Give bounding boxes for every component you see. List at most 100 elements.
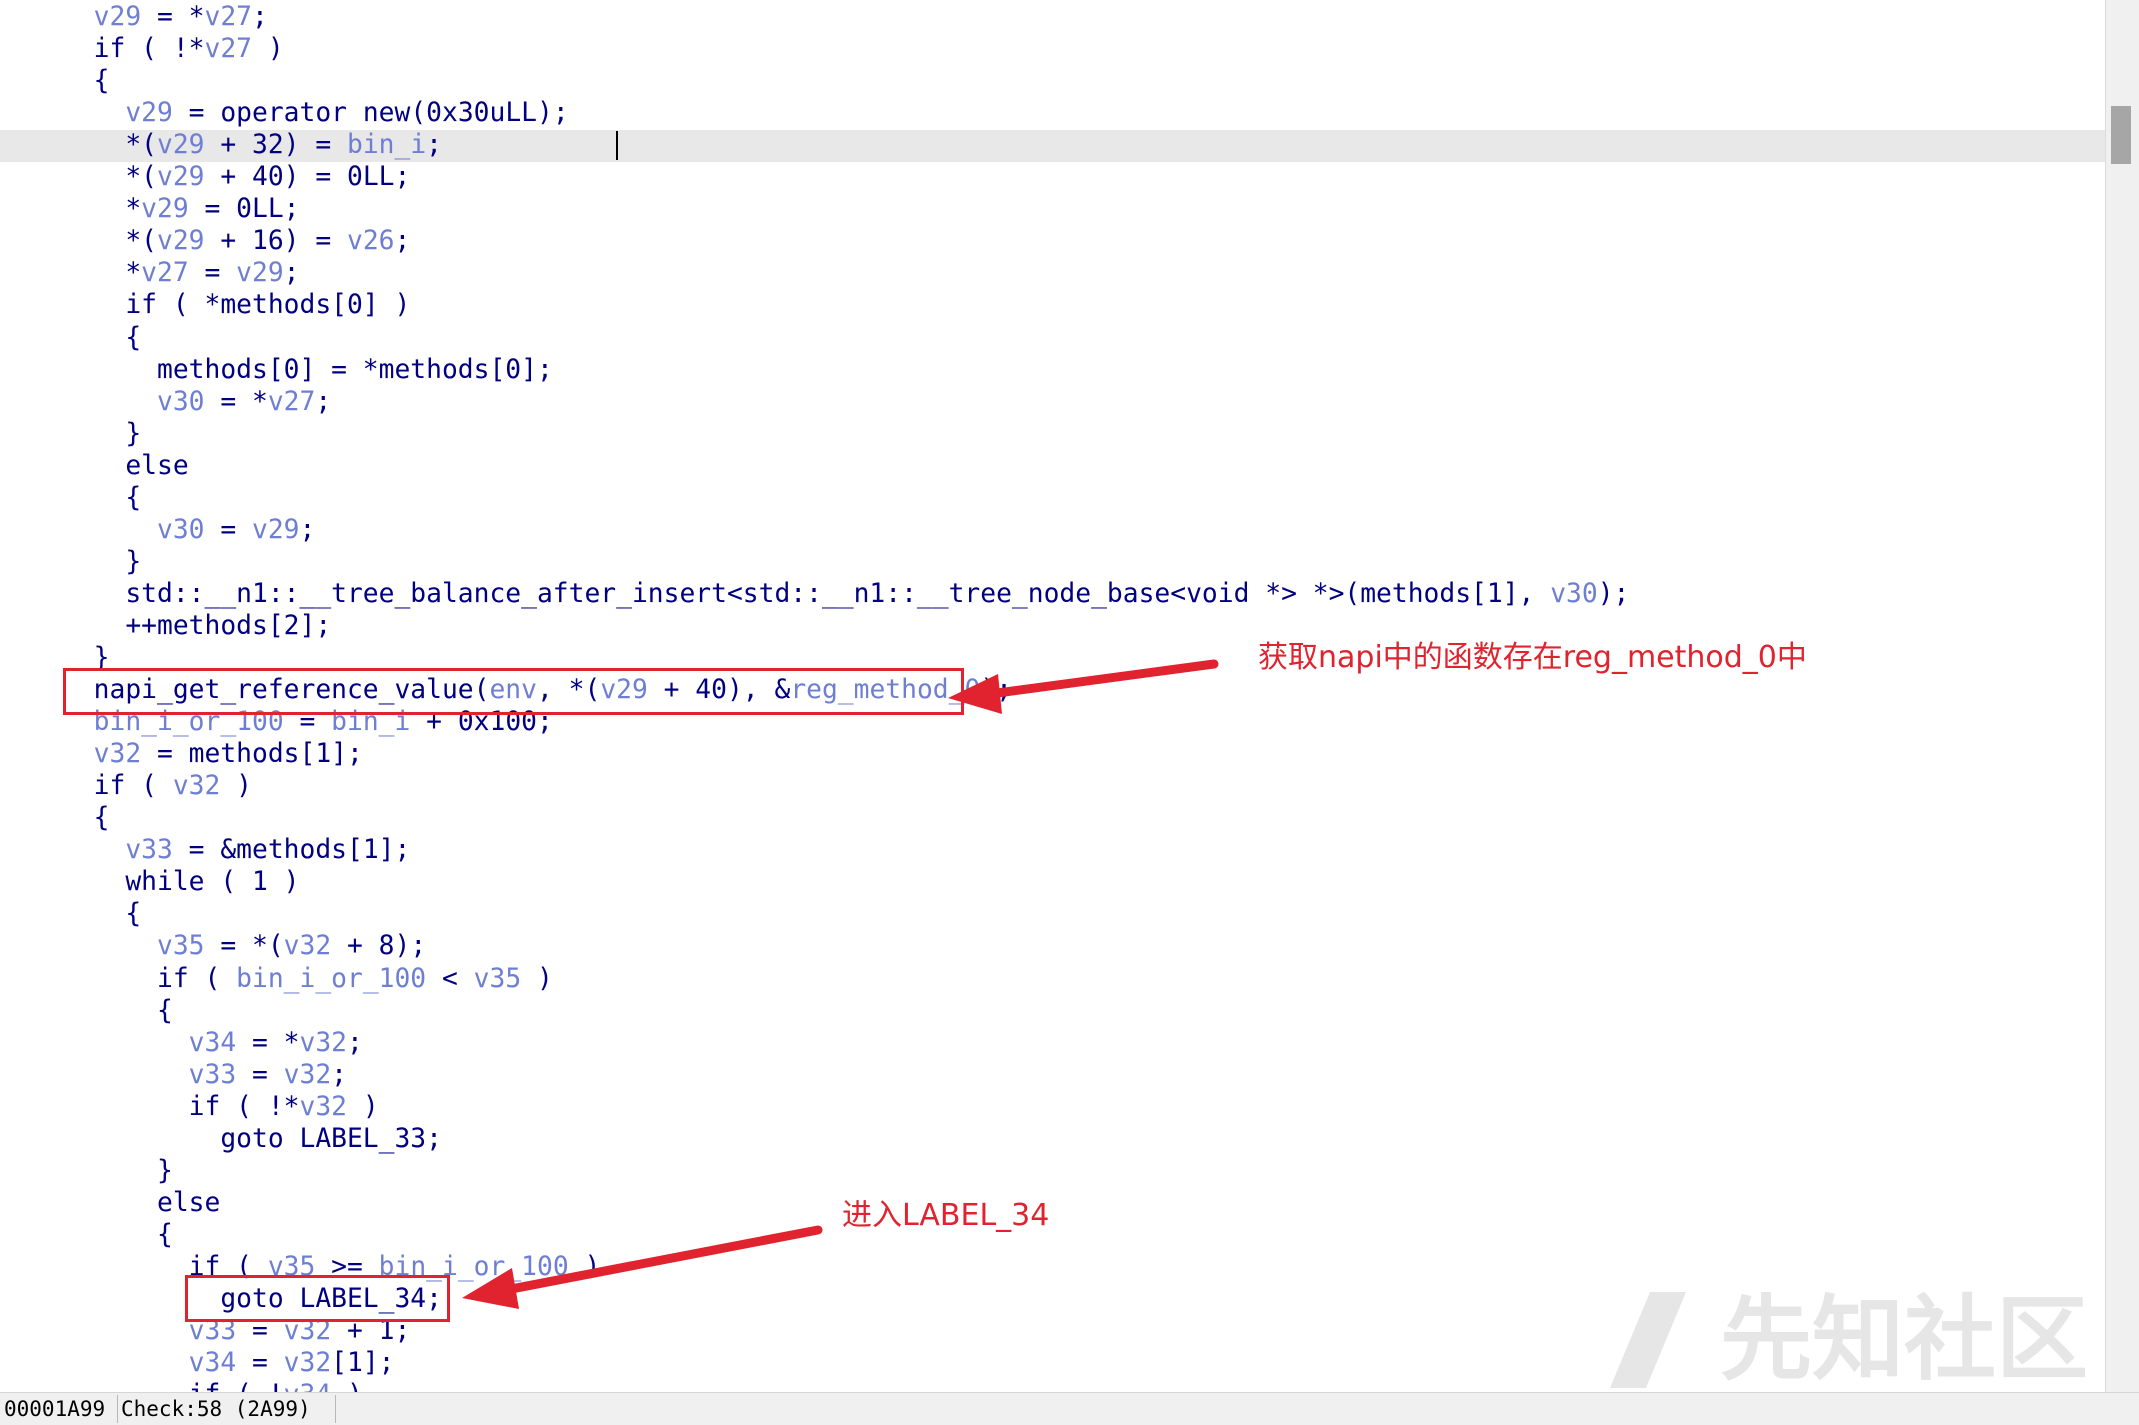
code-identifier: v27	[141, 258, 189, 289]
code-line[interactable]: if ( !*v27 )	[62, 33, 284, 65]
code-line[interactable]: {	[62, 322, 141, 354]
code-line[interactable]: }	[62, 418, 141, 450]
code-token: )	[331, 1380, 363, 1392]
code-identifier: v29	[236, 258, 284, 289]
code-line[interactable]: while ( 1 )	[62, 866, 299, 898]
code-token: ;	[283, 258, 300, 289]
code-line[interactable]: v34 = v32[1];	[62, 1347, 395, 1379]
code-line[interactable]: if ( *methods[0] )	[62, 289, 410, 321]
code-token: ;	[315, 386, 332, 417]
code-identifier: v34	[284, 1380, 332, 1392]
code-token: )	[252, 34, 284, 65]
code-line[interactable]: *(v29 + 40) = 0LL;	[62, 161, 410, 193]
code-line[interactable]: {	[62, 802, 110, 834]
code-line[interactable]: }	[62, 1155, 173, 1187]
code-token: = methods[1];	[141, 739, 363, 770]
code-line[interactable]: v30 = v29;	[62, 514, 315, 546]
code-line[interactable]: v33 = v32;	[62, 1059, 347, 1091]
code-line[interactable]: {	[62, 1219, 173, 1251]
vertical-scrollbar[interactable]	[2105, 0, 2139, 1392]
annotation-label34-note: 进入LABEL_34	[842, 1198, 1050, 1233]
code-line[interactable]: }	[62, 546, 141, 578]
code-identifier: v32	[283, 1348, 332, 1379]
code-line[interactable]: v34 = *v32;	[62, 1027, 363, 1059]
code-identifier: v27	[204, 2, 253, 32]
code-identifier: v32	[299, 1027, 348, 1058]
code-token: {	[62, 66, 110, 97]
code-identifier: v27	[204, 34, 253, 65]
code-identifier: v33	[188, 1059, 237, 1090]
code-token: *(	[62, 130, 157, 161]
code-token: *(	[62, 162, 157, 193]
scrollbar-thumb[interactable]	[2111, 106, 2131, 164]
scrollbar-track	[2105, 0, 2106, 1392]
code-identifier: v27	[267, 386, 316, 417]
code-token: + 40) = 0LL;	[204, 162, 411, 193]
code-line[interactable]: v35 = *(v32 + 8);	[62, 930, 426, 962]
watermark-glyph-icon	[1610, 1292, 1686, 1388]
code-line[interactable]: ++methods[2];	[62, 610, 331, 642]
code-line[interactable]: methods[0] = *methods[0];	[62, 354, 553, 386]
code-token: = *	[141, 2, 205, 32]
code-identifier: v29	[93, 2, 142, 32]
code-token: = &methods[1];	[172, 835, 411, 866]
code-line[interactable]: if ( !*v32 )	[62, 1091, 379, 1123]
code-token: std::__n1::__tree_balance_after_insert<s…	[62, 578, 1551, 609]
code-token: )	[346, 1091, 379, 1122]
code-line[interactable]: *(v29 + 16) = v26;	[62, 225, 410, 257]
code-line[interactable]: else	[62, 450, 188, 482]
code-token: =	[188, 258, 237, 289]
code-token: goto LABEL_33;	[62, 1123, 442, 1154]
code-line[interactable]: if ( bin_i_or_100 < v35 )	[62, 963, 553, 995]
code-token: while ( 1 )	[62, 867, 300, 898]
code-token: = 0LL;	[188, 194, 300, 225]
code-identifier: v30	[157, 514, 205, 545]
code-line[interactable]: {	[62, 482, 141, 514]
code-line[interactable]: *(v29 + 32) = bin_i;	[62, 129, 442, 161]
code-identifier: v32	[283, 931, 332, 962]
code-identifier: v30	[157, 386, 205, 417]
code-line[interactable]: {	[62, 65, 110, 97]
code-token: *	[62, 258, 142, 289]
code-token: }	[62, 418, 142, 449]
code-line[interactable]: v32 = methods[1];	[62, 738, 363, 770]
code-identifier: v26	[347, 226, 395, 257]
code-token: =	[236, 1059, 284, 1090]
code-line[interactable]: else	[62, 1187, 220, 1219]
code-token: }	[62, 546, 142, 577]
code-line[interactable]: v30 = *v27;	[62, 386, 331, 418]
code-line[interactable]: *v29 = 0LL;	[62, 193, 300, 225]
code-token: {	[62, 482, 142, 513]
code-identifier: v29	[157, 130, 205, 161]
code-token: if ( !*	[62, 1091, 300, 1122]
code-identifier: v32	[299, 1091, 347, 1122]
code-line[interactable]: if ( v32 )	[62, 770, 252, 802]
code-line[interactable]: v29 = operator new(0x30uLL);	[62, 97, 568, 129]
code-line[interactable]: std::__n1::__tree_balance_after_insert<s…	[62, 578, 1629, 610]
code-token: ;	[347, 1027, 363, 1058]
code-line[interactable]: v29 = *v27;	[62, 1, 268, 33]
code-line[interactable]: v33 = &methods[1];	[62, 834, 410, 866]
code-line[interactable]: if ( !v34 )	[62, 1379, 363, 1392]
code-token: )	[220, 771, 252, 802]
code-identifier: v34	[188, 1348, 237, 1379]
code-token: )	[521, 963, 553, 994]
code-identifier: v29	[157, 162, 205, 193]
code-token: );	[1597, 578, 1630, 609]
code-identifier: v32	[172, 771, 221, 802]
code-line[interactable]: {	[62, 995, 173, 1027]
code-line[interactable]: goto LABEL_33;	[62, 1123, 442, 1155]
code-token: {	[62, 995, 173, 1026]
code-line[interactable]: *v27 = v29;	[62, 257, 300, 289]
code-token: =	[236, 1348, 284, 1379]
highlight-box-goto-label34	[185, 1275, 450, 1322]
code-line[interactable]: {	[62, 898, 141, 930]
code-token: = *(	[204, 931, 284, 962]
code-token: {	[62, 899, 142, 930]
